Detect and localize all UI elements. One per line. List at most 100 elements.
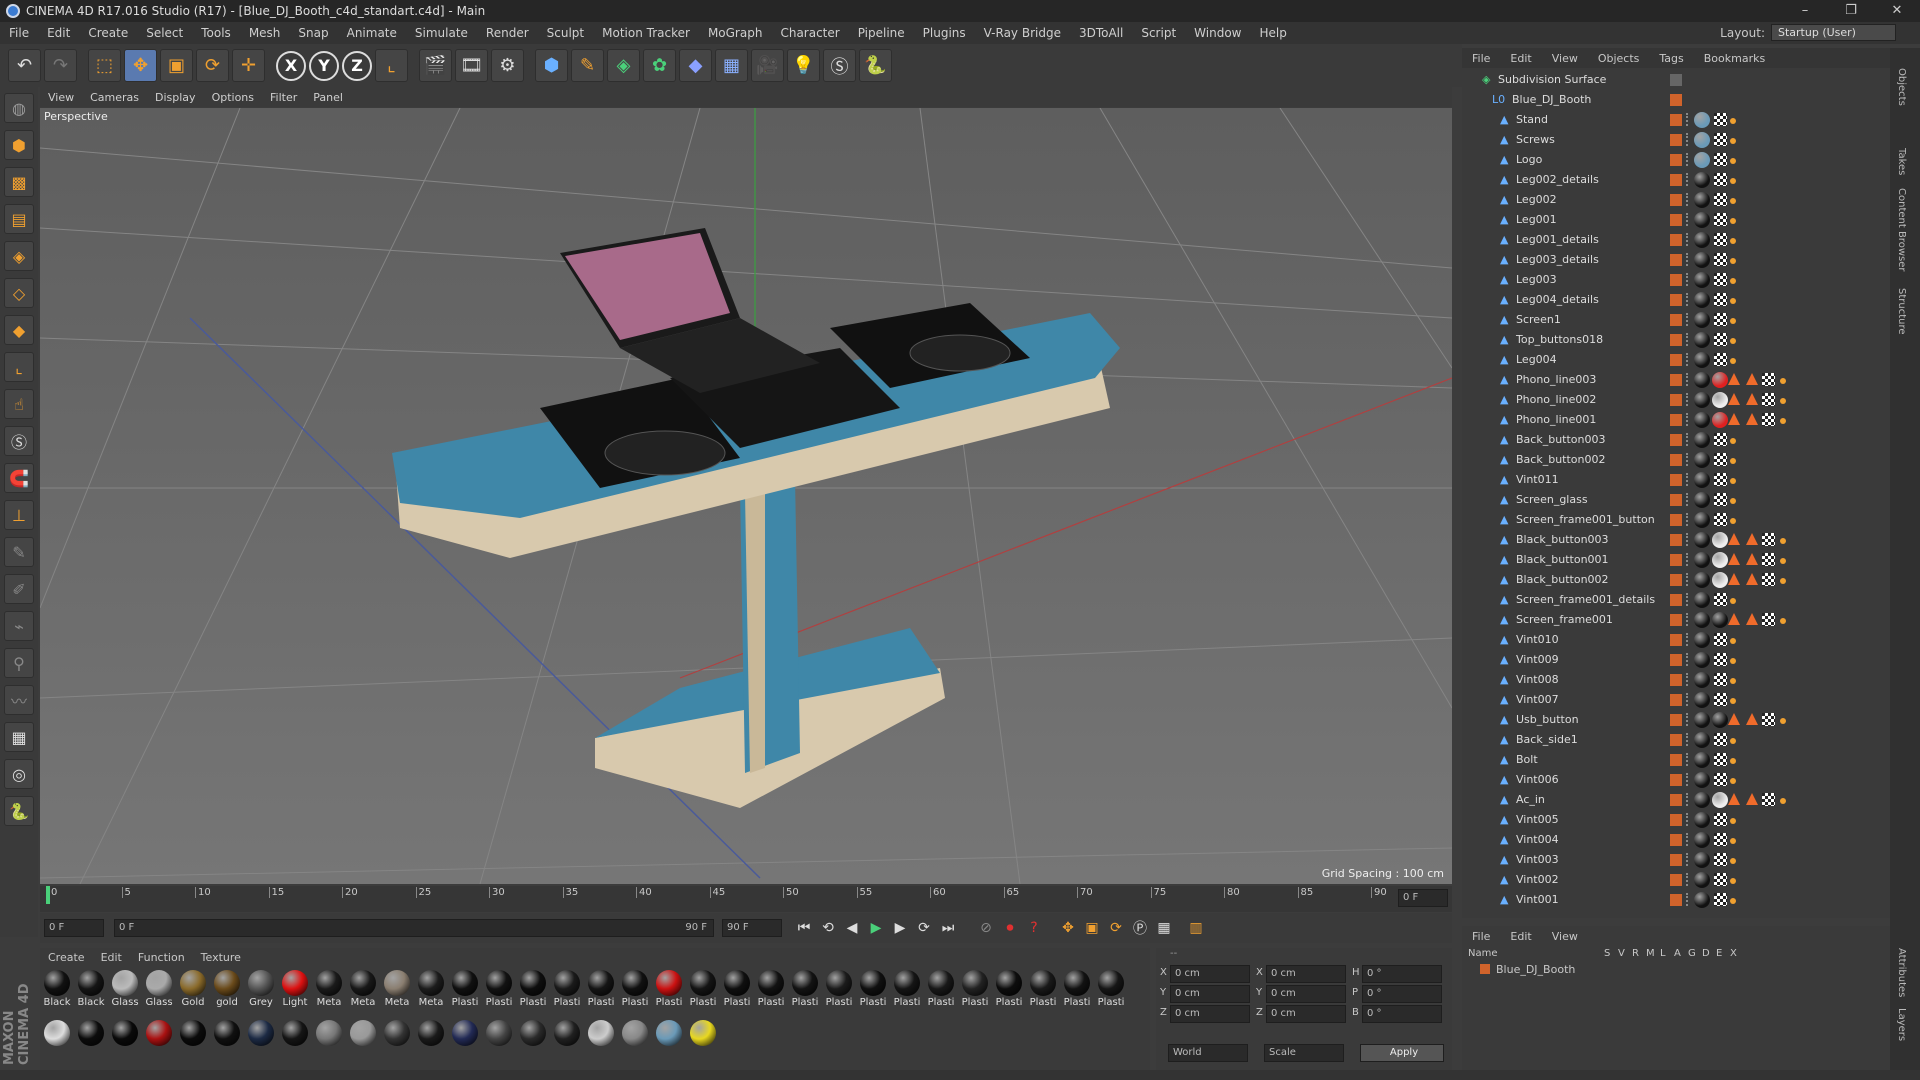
- model-mode-icon[interactable]: ⬢: [4, 130, 34, 160]
- tweak-mode-icon[interactable]: ☝: [4, 389, 34, 419]
- material-swatch[interactable]: [76, 1020, 106, 1046]
- selection-tag-icon[interactable]: [1746, 533, 1758, 545]
- visibility-toggle-icon[interactable]: [1686, 133, 1690, 146]
- object-layer-swatch[interactable]: [1670, 374, 1682, 386]
- tree-row-object[interactable]: ▲ Screen_frame001_details: [1462, 590, 1874, 610]
- next-frame-icon[interactable]: ▶: [888, 916, 912, 940]
- phong-tag-icon[interactable]: [1780, 538, 1786, 544]
- material-tag-icon[interactable]: [1694, 712, 1710, 728]
- material-swatch[interactable]: Plasti: [858, 970, 888, 1008]
- texture-tag-icon[interactable]: [1714, 453, 1727, 466]
- material-tag-icon[interactable]: [1694, 252, 1710, 268]
- tree-row-object[interactable]: ▲ Screen_frame001_button: [1462, 510, 1874, 530]
- object-layer-swatch[interactable]: [1670, 634, 1682, 646]
- tree-row-object[interactable]: ▲ Leg001: [1462, 210, 1874, 230]
- visibility-toggle-icon[interactable]: [1686, 453, 1690, 466]
- visibility-toggle-icon[interactable]: [1686, 593, 1690, 606]
- apply-button[interactable]: Apply: [1360, 1044, 1444, 1062]
- material-tag-icon[interactable]: [1694, 512, 1710, 528]
- material-tag-icon[interactable]: [1694, 892, 1710, 908]
- coord-rot-field[interactable]: 0 °: [1362, 985, 1442, 1003]
- material-tag-icon[interactable]: [1694, 832, 1710, 848]
- material-tag-icon[interactable]: [1694, 672, 1710, 688]
- material-swatch[interactable]: Meta: [348, 970, 378, 1008]
- coord-pos-field[interactable]: 0 cm: [1170, 985, 1250, 1003]
- selection-tag-icon[interactable]: [1728, 393, 1740, 405]
- material-swatch[interactable]: Meta: [416, 970, 446, 1008]
- redo-icon[interactable]: ↷: [44, 49, 77, 82]
- tree-row-object[interactable]: ▲ Screen1: [1462, 310, 1874, 330]
- object-layer-swatch[interactable]: [1670, 414, 1682, 426]
- texture-tag-icon[interactable]: [1714, 113, 1727, 126]
- snap-icon[interactable]: 🧲: [4, 463, 34, 493]
- close-button[interactable]: ✕: [1874, 0, 1920, 22]
- material-tag-icon[interactable]: [1694, 132, 1710, 148]
- coord-pos-field[interactable]: 0 cm: [1170, 965, 1250, 983]
- tree-row-object[interactable]: ▲ Vint008: [1462, 670, 1874, 690]
- phong-tag-icon[interactable]: [1730, 118, 1736, 124]
- material-tag-icon[interactable]: [1694, 412, 1710, 428]
- selection-tag-icon[interactable]: [1746, 413, 1758, 425]
- object-layer-swatch[interactable]: [1670, 834, 1682, 846]
- timeline-window-icon[interactable]: ▥: [1184, 916, 1208, 940]
- phong-tag-icon[interactable]: [1730, 318, 1736, 324]
- texture-tag-icon[interactable]: [1714, 593, 1727, 606]
- phong-tag-icon[interactable]: [1730, 138, 1736, 144]
- key-rotation-icon[interactable]: ⟳: [1104, 916, 1128, 940]
- object-layer-swatch[interactable]: [1670, 294, 1682, 306]
- object-layer-swatch[interactable]: [1670, 814, 1682, 826]
- phong-tag-icon[interactable]: [1730, 158, 1736, 164]
- material-swatch[interactable]: [688, 1020, 718, 1046]
- phong-tag-icon[interactable]: [1730, 898, 1736, 904]
- selection-tag-icon[interactable]: [1728, 793, 1740, 805]
- visibility-toggle-icon[interactable]: [1686, 413, 1690, 426]
- object-menu-tags[interactable]: Tags: [1649, 52, 1693, 65]
- menu-item-mesh[interactable]: Mesh: [240, 26, 290, 40]
- z-axis-lock-icon[interactable]: Z: [342, 50, 372, 81]
- texture-tag-icon[interactable]: [1714, 873, 1727, 886]
- menu-item-render[interactable]: Render: [477, 26, 538, 40]
- object-layer-swatch[interactable]: [1670, 394, 1682, 406]
- paint-icon[interactable]: ✐: [4, 574, 34, 604]
- phong-tag-icon[interactable]: [1730, 278, 1736, 284]
- viewport-menu-options[interactable]: Options: [204, 91, 262, 104]
- material-tag-icon[interactable]: [1694, 592, 1710, 608]
- tree-row-object[interactable]: ▲ Vint003: [1462, 850, 1874, 870]
- coordinate-system-icon[interactable]: ⌞: [375, 49, 408, 82]
- menu-item-select[interactable]: Select: [137, 26, 192, 40]
- object-layer-swatch[interactable]: [1670, 874, 1682, 886]
- object-menu-edit[interactable]: Edit: [1500, 52, 1541, 65]
- magnet-icon[interactable]: ⌁: [4, 611, 34, 641]
- smooth-icon[interactable]: 〰: [4, 685, 34, 715]
- tree-row-object[interactable]: ▲ Stand: [1462, 110, 1874, 130]
- side-tab-objects[interactable]: Objects: [1896, 68, 1907, 106]
- selection-tag-icon[interactable]: [1728, 553, 1740, 565]
- material-swatch[interactable]: [416, 1020, 446, 1046]
- material-swatch[interactable]: Glass: [110, 970, 140, 1008]
- object-layer-swatch[interactable]: [1670, 214, 1682, 226]
- phong-tag-icon[interactable]: [1730, 698, 1736, 704]
- material-swatch[interactable]: [586, 1020, 616, 1046]
- phong-tag-icon[interactable]: [1730, 298, 1736, 304]
- move-tool-icon[interactable]: ✥: [124, 49, 157, 82]
- material-tag-icon[interactable]: [1694, 572, 1710, 588]
- rotate-tool-icon[interactable]: ⟳: [196, 49, 229, 82]
- visibility-toggle-icon[interactable]: [1686, 693, 1690, 706]
- coord-size-field[interactable]: 0 cm: [1266, 965, 1346, 983]
- selection-tag-icon[interactable]: [1746, 373, 1758, 385]
- material-tag-icon[interactable]: [1712, 392, 1728, 408]
- object-layer-swatch[interactable]: [1670, 494, 1682, 506]
- material-tag-icon[interactable]: [1712, 552, 1728, 568]
- tree-row-object[interactable]: ▲ Leg004: [1462, 350, 1874, 370]
- visibility-toggle-icon[interactable]: [1686, 573, 1690, 586]
- material-tag-icon[interactable]: [1694, 312, 1710, 328]
- texture-tag-icon[interactable]: [1714, 153, 1727, 166]
- tree-row-object[interactable]: ▲ Phono_line001: [1462, 410, 1874, 430]
- material-tag-icon[interactable]: [1694, 232, 1710, 248]
- menu-item-v-ray-bridge[interactable]: V-Ray Bridge: [975, 26, 1070, 40]
- phong-tag-icon[interactable]: [1780, 398, 1786, 404]
- visibility-toggle-icon[interactable]: [1686, 333, 1690, 346]
- selection-tag-icon[interactable]: [1746, 793, 1758, 805]
- material-swatch[interactable]: [382, 1020, 412, 1046]
- material-swatch[interactable]: Plasti: [654, 970, 684, 1008]
